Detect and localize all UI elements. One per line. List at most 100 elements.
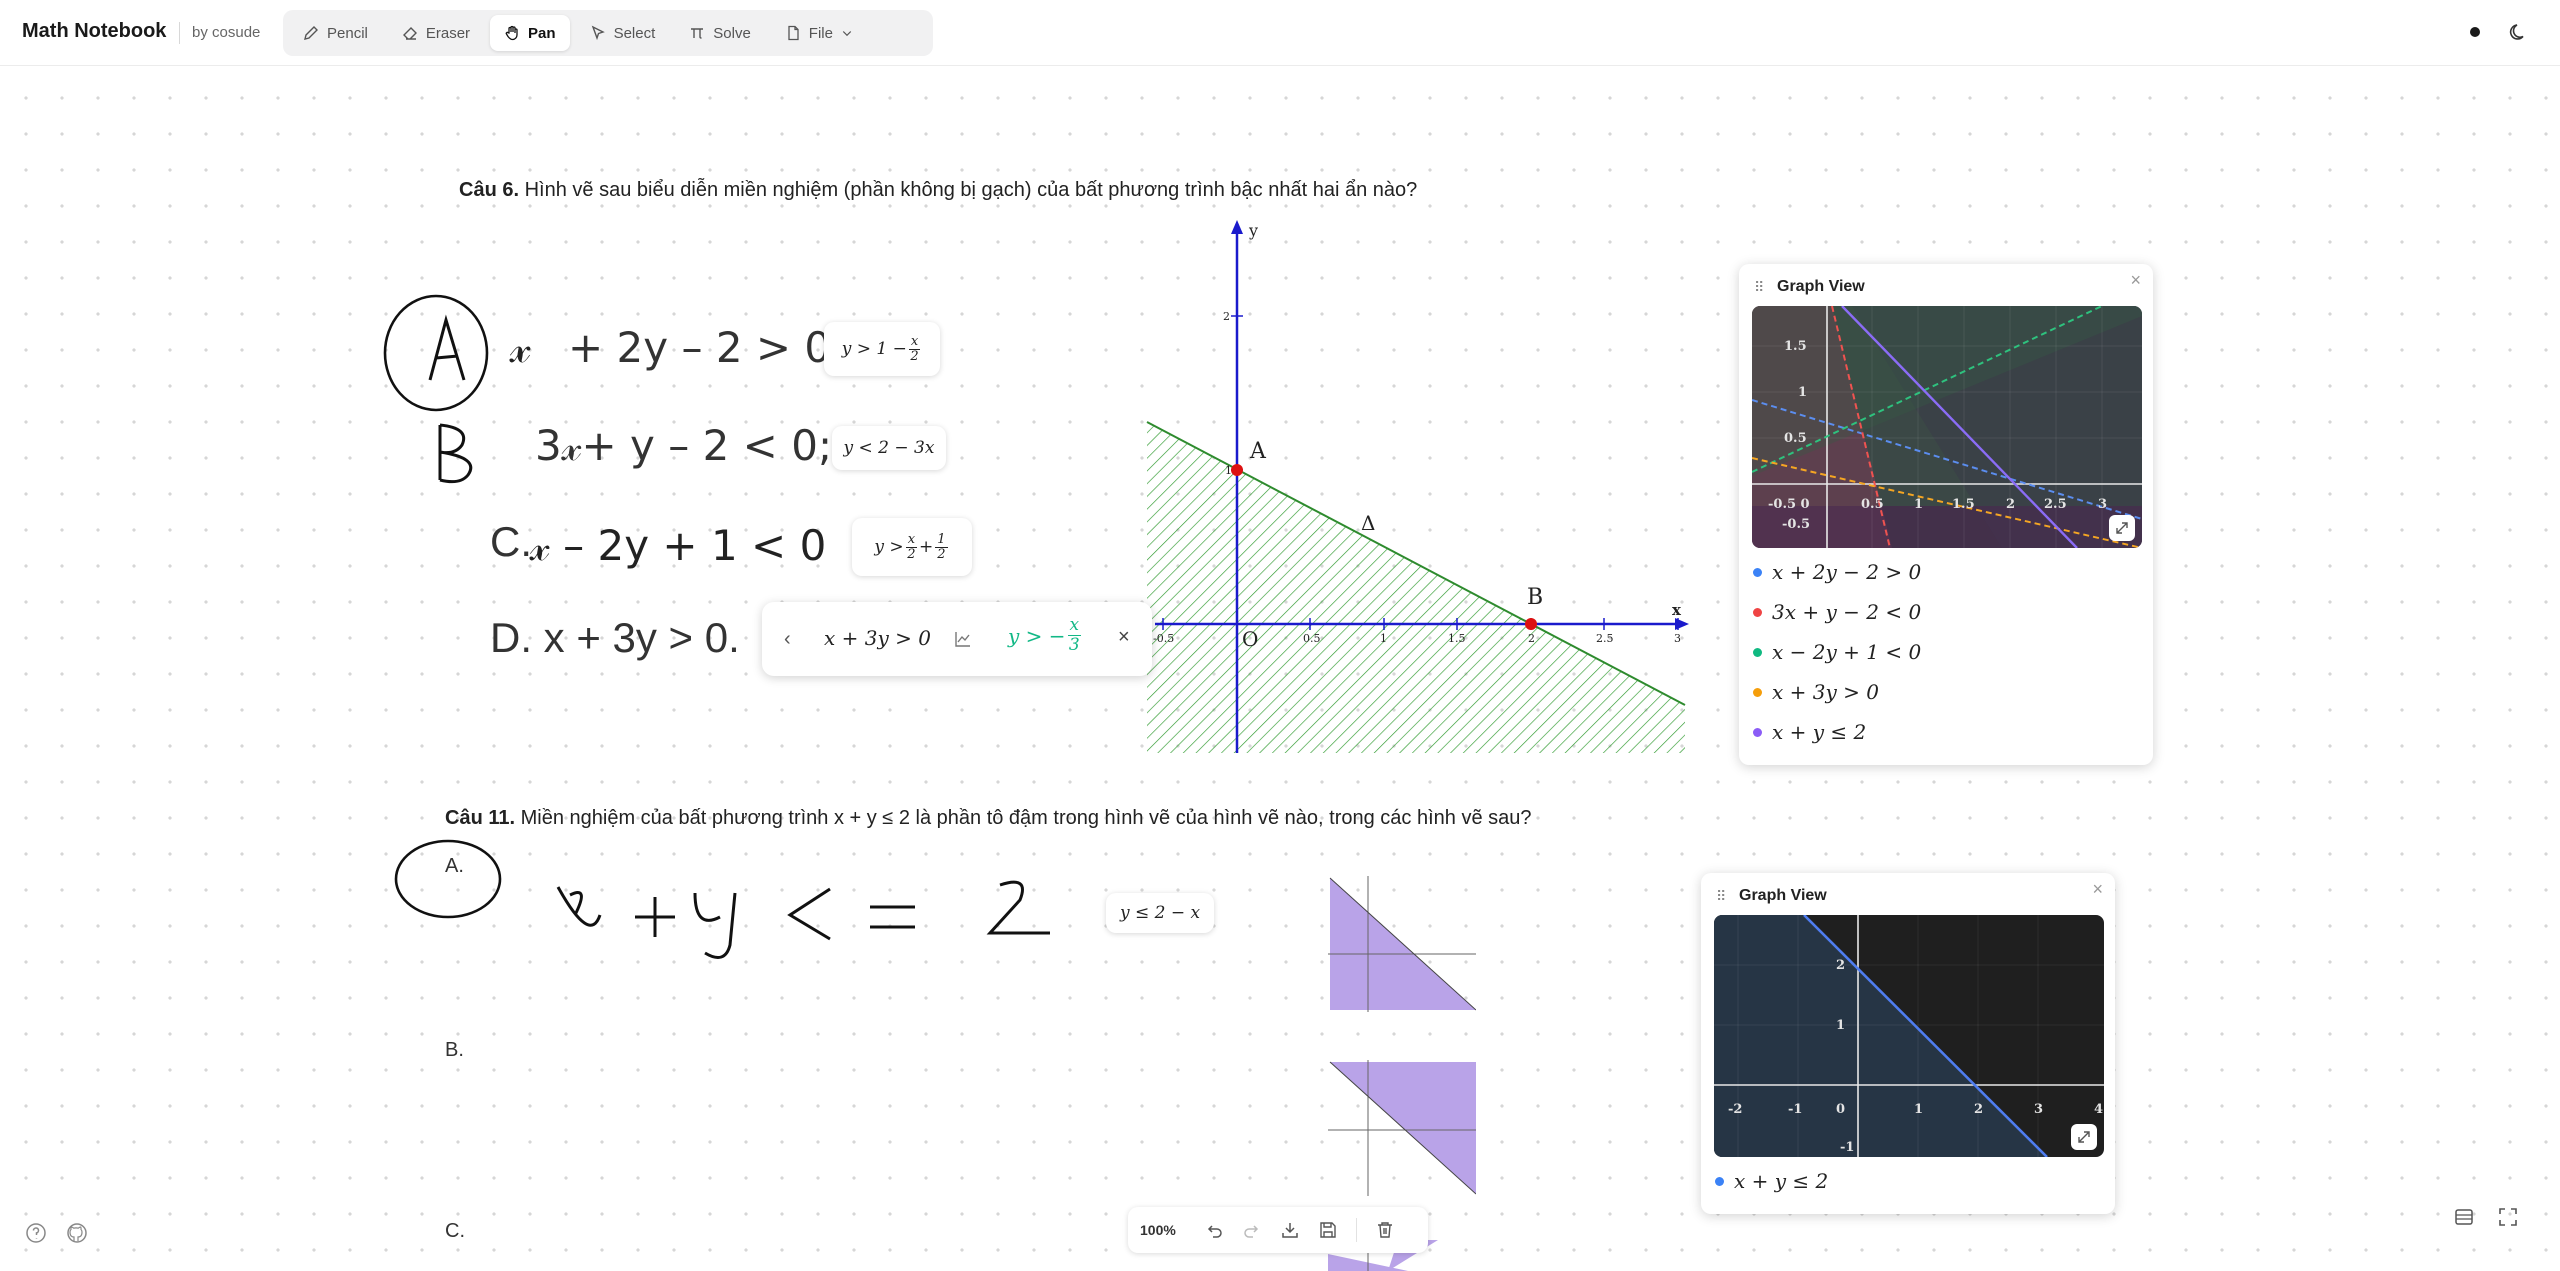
select-tool-button[interactable]: Select xyxy=(576,15,670,51)
question-11-body: Miền nghiệm của bất phương trình x + y ≤… xyxy=(520,807,1532,829)
solve-label: Solve xyxy=(713,24,751,42)
expand-graph-button[interactable] xyxy=(2109,515,2135,541)
math-bubble-c[interactable]: y > x2 + 12 xyxy=(852,518,972,576)
graph1-xtick-3: 1 xyxy=(1914,497,1923,512)
question-6-option-d: D. x + 3y > 0. xyxy=(490,614,740,661)
graph2-ytick-2: 1 xyxy=(1836,1018,1845,1033)
svg-text:𝓍: 𝓍 xyxy=(509,322,531,373)
file-menu-button[interactable]: File xyxy=(771,15,867,51)
math-bubble-b[interactable]: y < 2 − 3x xyxy=(832,426,946,470)
math-bubble-a[interactable]: y > 1 − x2 xyxy=(824,322,940,376)
tick-half: 0.5 xyxy=(1303,632,1321,645)
graph-canvas-1[interactable]: 1.5 1 0.5 -0.5 0 0.5 1 1.5 2 2.5 3 -0.5 xyxy=(1752,306,2142,548)
panel-toggle-icon[interactable] xyxy=(2453,1206,2475,1228)
svg-text:3𝓍+ y – 2 < 0;: 3𝓍+ y – 2 < 0; xyxy=(535,421,832,470)
solve-tool-button[interactable]: Solve xyxy=(675,15,765,51)
save-button[interactable] xyxy=(1318,1220,1338,1240)
expand-icon xyxy=(2116,522,2128,534)
status-dot[interactable] xyxy=(2470,27,2480,37)
delta-label: Δ xyxy=(1361,511,1375,535)
close-icon[interactable]: × xyxy=(2130,270,2141,291)
legend-item-1[interactable]: x + y ≤ 2 xyxy=(1715,1169,1828,1193)
y-axis-label: y xyxy=(1248,221,1258,240)
popover-result-num: x xyxy=(1067,615,1082,636)
legend-dot xyxy=(1753,727,1762,737)
graph-canvas-2[interactable]: 2 1 -2 -1 0 1 2 3 4 -1 xyxy=(1714,915,2104,1157)
pan-tool-button[interactable]: Pan xyxy=(490,15,570,51)
zoom-level[interactable]: 100% xyxy=(1140,1222,1186,1238)
dark-mode-toggle-icon[interactable] xyxy=(2508,21,2530,43)
point-b xyxy=(1525,618,1537,630)
pencil-tool-button[interactable]: Pencil xyxy=(289,15,382,51)
popover-result-prefix: y > − xyxy=(1008,623,1066,648)
legend-item-2[interactable]: 3x + y − 2 < 0 xyxy=(1753,600,1921,624)
graph2-xtick-6: 3 xyxy=(2034,1102,2043,1117)
popover-result-den: 3 xyxy=(1068,635,1080,655)
legend-expr: x + y ≤ 2 xyxy=(1734,1169,1829,1193)
bubble-c-prefix: y > xyxy=(874,537,904,557)
drag-handle-icon[interactable]: ⠿ xyxy=(1754,279,1764,296)
x-axis-label: x xyxy=(1672,601,1682,619)
close-icon[interactable]: × xyxy=(2092,879,2103,900)
save-icon xyxy=(1320,1222,1336,1238)
point-b-label: B xyxy=(1527,585,1543,610)
clear-button[interactable] xyxy=(1375,1220,1395,1240)
graph1-xtick-6: 2.5 xyxy=(2044,497,2067,512)
legend-expr: x + 2y − 2 > 0 xyxy=(1772,560,1922,584)
graph1-ytick-3: 0.5 xyxy=(1784,431,1807,446)
pencil-icon xyxy=(304,26,318,40)
help-icon[interactable] xyxy=(25,1222,47,1244)
chevron-down-icon xyxy=(842,31,852,37)
legend-item-4[interactable]: x + 3y > 0 xyxy=(1753,680,1879,704)
legend-item-3[interactable]: x − 2y + 1 < 0 xyxy=(1753,640,1921,664)
expand-graph-button[interactable] xyxy=(2071,1124,2097,1150)
tick-y-two: 2 xyxy=(1223,310,1230,323)
question-11-text: Câu 11. Miền nghiệm của bất phương trình… xyxy=(445,807,1532,830)
expand-icon xyxy=(2078,1131,2090,1143)
download-button[interactable] xyxy=(1280,1220,1300,1240)
svg-text:+ 2y – 2 > 0;: + 2y – 2 > 0; xyxy=(568,323,845,372)
chevron-left-icon[interactable]: ‹ xyxy=(784,628,791,651)
graph2-xtick-4: 1 xyxy=(1914,1102,1923,1117)
legend-dot xyxy=(1753,607,1762,617)
eraser-tool-button[interactable]: Eraser xyxy=(388,15,484,51)
tick-y-one: 1 xyxy=(1225,464,1232,477)
fullscreen-icon[interactable] xyxy=(2497,1206,2519,1228)
legend-item-1[interactable]: x + 2y − 2 > 0 xyxy=(1753,560,1921,584)
graph-view-1-title: Graph View xyxy=(1777,278,1865,295)
bubble-a-num: x xyxy=(908,333,921,350)
answer-figure-b xyxy=(1328,1060,1476,1196)
bubble-c-fraction-1: x2 xyxy=(905,532,918,562)
github-icon[interactable] xyxy=(66,1222,88,1244)
file-icon xyxy=(788,25,799,41)
select-label: Select xyxy=(613,24,656,42)
undo-button[interactable] xyxy=(1204,1220,1224,1240)
undo-icon xyxy=(1207,1225,1222,1238)
legend-dot xyxy=(1753,567,1762,577)
graph-icon[interactable] xyxy=(954,630,972,648)
tick-two: 2 xyxy=(1528,632,1535,645)
math-bubble-q11[interactable]: y ≤ 2 − x xyxy=(1106,893,1214,933)
graph-view-panel-1: ⠿ Graph View × 1.5 1 0.5 -0.5 0 0.5 1 1.… xyxy=(1739,264,2153,765)
graph1-xtick-4: 1.5 xyxy=(1952,497,1975,512)
bubble-a-den: 2 xyxy=(910,348,919,364)
legend-dot xyxy=(1753,687,1762,697)
redo-button[interactable] xyxy=(1242,1220,1262,1240)
graph1-xtick-5: 2 xyxy=(2006,497,2015,512)
graph1-xtick-1: -0.5 0 xyxy=(1768,497,1810,512)
legend-dot xyxy=(1715,1176,1724,1186)
graph1-xtick-7: 3 xyxy=(2098,497,2107,512)
close-icon[interactable]: × xyxy=(1118,626,1130,649)
drag-handle-icon[interactable]: ⠿ xyxy=(1716,888,1726,905)
tick-three: 3 xyxy=(1674,632,1681,645)
graph1-ytick-2: 1 xyxy=(1798,385,1807,400)
question-6-number: Câu 6. xyxy=(459,179,520,201)
option-c-label: C. xyxy=(490,518,532,565)
svg-text:𝓍 – 2y + 𝟣 < 0: 𝓍 – 2y + 𝟣 < 0 xyxy=(529,521,826,570)
handwriting-question-11 xyxy=(394,839,1050,959)
graph2-xtick-7: 4 xyxy=(2094,1102,2103,1117)
legend-item-5[interactable]: x + y ≤ 2 xyxy=(1753,720,1866,744)
question-6-figure: -0.5 0.5 1 1.5 2 2.5 3 2 1 y x O A B Δ xyxy=(1146,220,1689,753)
redo-icon xyxy=(1244,1225,1259,1238)
bottom-toolbar: 100% xyxy=(1128,1207,1428,1253)
